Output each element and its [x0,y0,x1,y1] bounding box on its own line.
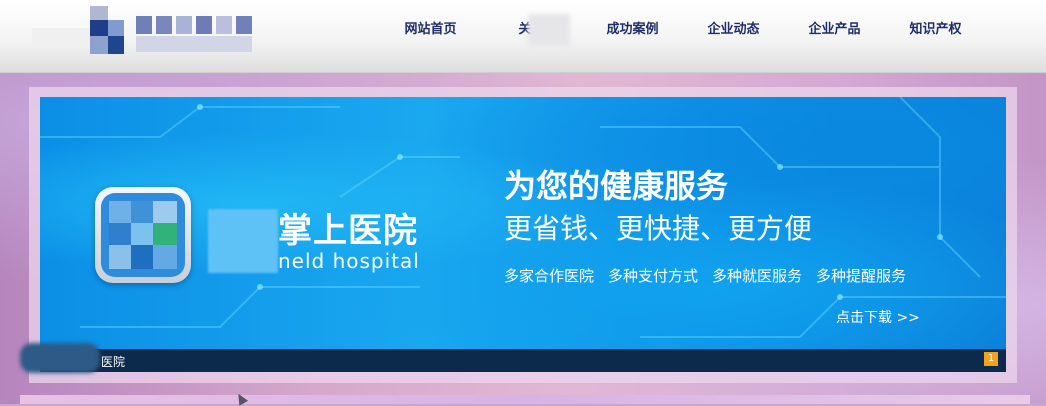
redaction-mask [528,14,570,46]
feature-item: 多种就医服务 [712,267,803,285]
nav-ip[interactable]: 知识产权 [885,0,986,60]
slogan-sub: 更省钱、更快捷、更方便 [504,212,813,245]
brand-english-name: neld hospital [278,249,420,273]
site-header: 网站首页 关于 成功案例 企业动态 企业产品 知识产权 [0,0,1046,73]
feature-item: 多种提醒服务 [816,267,907,285]
feature-list: 多家合作医院 多种支付方式 多种就医服务 多种提醒服务 [504,265,920,286]
redaction-mask [20,343,100,373]
feature-item: 多家合作医院 [504,267,595,285]
redaction-mask [208,209,278,273]
site-logo[interactable] [32,6,258,64]
main-nav: 网站首页 关于 成功案例 企业动态 企业产品 知识产权 [380,0,986,60]
app-icon [95,187,191,283]
banner-caption-bar [40,349,1006,372]
slogan-main: 为您的健康服务 [504,167,729,205]
hero-banner[interactable]: 掌上医院 neld hospital 为您的健康服务 更省钱、更快捷、更方便 多… [40,97,1006,349]
banner-caption: 医院 [101,355,126,369]
nav-news[interactable]: 企业动态 [683,0,784,60]
feature-item: 多种支付方式 [608,267,699,285]
nav-products[interactable]: 企业产品 [784,0,885,60]
download-link[interactable]: 点击下载 >> [836,307,920,327]
nav-home[interactable]: 网站首页 [380,0,481,60]
slide-page-indicator[interactable]: 1 [984,352,998,366]
lower-strip [20,395,1030,404]
nav-cases[interactable]: 成功案例 [582,0,683,60]
brand-name: 掌上医院 [278,211,418,251]
